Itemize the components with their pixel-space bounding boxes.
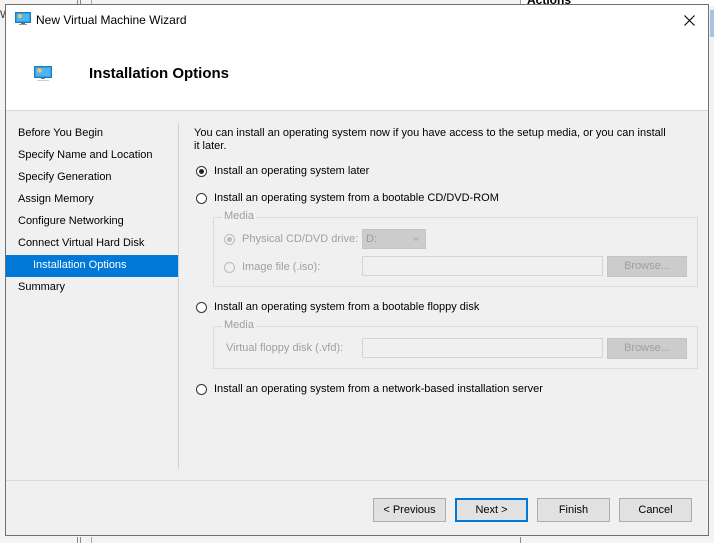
browse-iso-button[interactable]: Browse... (607, 256, 687, 277)
option-physical-drive[interactable]: Physical CD/DVD drive: (224, 233, 358, 245)
option-install-network[interactable]: Install an operating system from a netwo… (196, 383, 543, 395)
nav-item-specify-name-and-location[interactable]: Specify Name and Location (6, 145, 178, 167)
close-button[interactable] (670, 5, 708, 35)
background-selection-strip (710, 10, 714, 37)
nav-item-summary[interactable]: Summary (6, 277, 178, 299)
radio-physical-drive[interactable] (224, 233, 235, 245)
background-divider (520, 537, 521, 543)
nav-item-installation-options[interactable]: Installation Options (6, 255, 178, 277)
cancel-button[interactable]: Cancel (619, 498, 692, 522)
virtual-machine-icon (15, 12, 31, 25)
radio-install-network[interactable] (196, 383, 207, 395)
background-divider (91, 537, 92, 543)
option-install-cd-dvd-label: Install an operating system from a boota… (214, 192, 499, 204)
wizard-header: Installation Options (6, 35, 708, 111)
radio-install-later[interactable] (196, 165, 207, 177)
cd-media-legend: Media (222, 210, 256, 222)
radio-install-floppy[interactable] (196, 301, 207, 313)
nav-item-connect-virtual-hard-disk[interactable]: Connect Virtual Hard Disk (6, 233, 178, 255)
floppy-media-group: Media Virtual floppy disk (.vfd): Browse… (213, 319, 698, 369)
option-install-later-label: Install an operating system later (214, 165, 370, 177)
nav-item-before-you-begin[interactable]: Before You Begin (6, 123, 178, 145)
option-install-cd-dvd[interactable]: Install an operating system from a boota… (196, 192, 499, 204)
option-install-network-label: Install an operating system from a netwo… (214, 383, 543, 395)
option-image-file[interactable]: Image file (.iso): (224, 261, 320, 273)
intro-text: You can install an operating system now … (194, 127, 666, 152)
wizard-dialog: New Virtual Machine Wizard Installation … (5, 4, 709, 536)
next-button[interactable]: Next > (455, 498, 528, 522)
wizard-step-nav: Before You Begin Specify Name and Locati… (6, 123, 178, 299)
page-title: Installation Options (89, 65, 230, 82)
radio-image-file[interactable] (224, 261, 235, 273)
finish-button[interactable]: Finish (537, 498, 610, 522)
title-bar[interactable]: New Virtual Machine Wizard (6, 5, 708, 35)
nav-item-configure-networking[interactable]: Configure Networking (6, 211, 178, 233)
cd-media-group: Media Physical CD/DVD drive: D: Image fi… (213, 210, 698, 287)
background-divider (77, 537, 78, 543)
background-divider (80, 537, 81, 543)
drive-select-value: D: (366, 233, 377, 245)
option-install-floppy-label: Install an operating system from a boota… (214, 301, 480, 313)
option-install-later[interactable]: Install an operating system later (196, 165, 369, 177)
image-file-input[interactable] (362, 256, 603, 276)
image-file-label: Image file (.iso): (242, 261, 321, 273)
floppy-media-legend: Media (222, 319, 256, 331)
nav-item-assign-memory[interactable]: Assign Memory (6, 189, 178, 211)
nav-divider (178, 123, 179, 469)
vfd-label: Virtual floppy disk (.vfd): (226, 342, 344, 354)
virtual-machine-icon (34, 66, 52, 81)
vfd-input[interactable] (362, 338, 603, 358)
close-icon (683, 14, 695, 26)
browse-vfd-button[interactable]: Browse... (607, 338, 687, 359)
chevron-down-icon (413, 237, 419, 242)
option-install-floppy[interactable]: Install an operating system from a boota… (196, 301, 479, 313)
drive-select[interactable]: D: (362, 229, 426, 249)
nav-item-specify-generation[interactable]: Specify Generation (6, 167, 178, 189)
physical-drive-label: Physical CD/DVD drive: (242, 233, 359, 245)
radio-install-cd-dvd[interactable] (196, 192, 207, 204)
previous-button[interactable]: < Previous (373, 498, 446, 522)
window-title: New Virtual Machine Wizard (36, 13, 187, 27)
footer-separator (6, 480, 708, 481)
